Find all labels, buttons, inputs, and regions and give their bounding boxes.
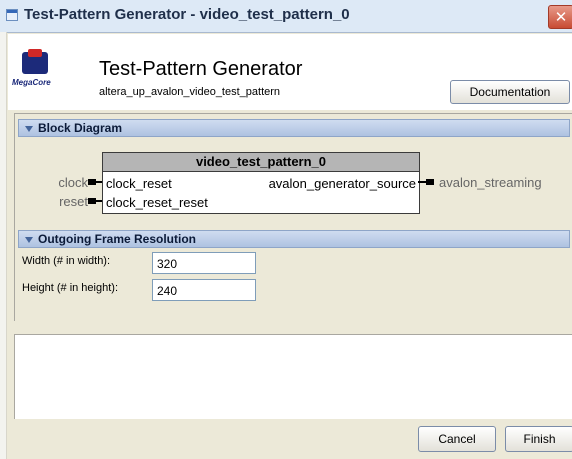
documentation-button[interactable]: Documentation [450, 80, 570, 104]
section-label-frame-resolution: Outgoing Frame Resolution [38, 232, 196, 246]
collapse-triangle-icon [25, 236, 33, 243]
window-title: Test-Pattern Generator - video_test_patt… [24, 6, 350, 23]
clock-connector-line [95, 181, 102, 183]
component-name: video_test_pattern_0 [103, 153, 419, 172]
port-avalon-generator-source: avalon_generator_source [268, 176, 416, 191]
title-bar[interactable]: Test-Pattern Generator - video_test_patt… [0, 0, 572, 33]
section-header-frame-resolution[interactable]: Outgoing Frame Resolution [18, 230, 570, 248]
finish-button[interactable]: Finish [505, 426, 572, 452]
logo-text: MegaCore [12, 78, 51, 87]
streaming-connector-icon [426, 179, 434, 185]
window-frame-left [0, 32, 7, 459]
height-label: Height (# in height): [22, 282, 118, 294]
page-title: Test-Pattern Generator [99, 58, 303, 80]
port-clock-reset-reset: clock_reset_reset [106, 195, 208, 210]
external-clock-label: clock [58, 175, 88, 190]
megacore-logo: MegaCore [12, 48, 68, 98]
window-icon [6, 9, 18, 21]
height-field[interactable]: 240 [152, 279, 256, 301]
port-clock-reset: clock_reset [106, 176, 172, 191]
width-field[interactable]: 320 [152, 252, 256, 274]
component-block: video_test_pattern_0 clock_reset clock_r… [102, 152, 420, 214]
component-type-subtitle: altera_up_avalon_video_test_pattern [99, 86, 281, 98]
external-reset-label: reset [59, 194, 88, 209]
message-area [14, 334, 572, 419]
reset-connector-line [95, 200, 102, 202]
megacore-logo-icon [22, 49, 48, 74]
cancel-button[interactable]: Cancel [418, 426, 496, 452]
section-header-block-diagram[interactable]: Block Diagram [18, 119, 570, 137]
collapse-triangle-icon [25, 125, 33, 132]
width-label: Width (# in width): [22, 255, 111, 267]
section-label-block-diagram: Block Diagram [38, 121, 123, 135]
external-avalon-streaming-label: avalon_streaming [439, 175, 542, 190]
close-icon[interactable]: ✕ [548, 5, 572, 29]
